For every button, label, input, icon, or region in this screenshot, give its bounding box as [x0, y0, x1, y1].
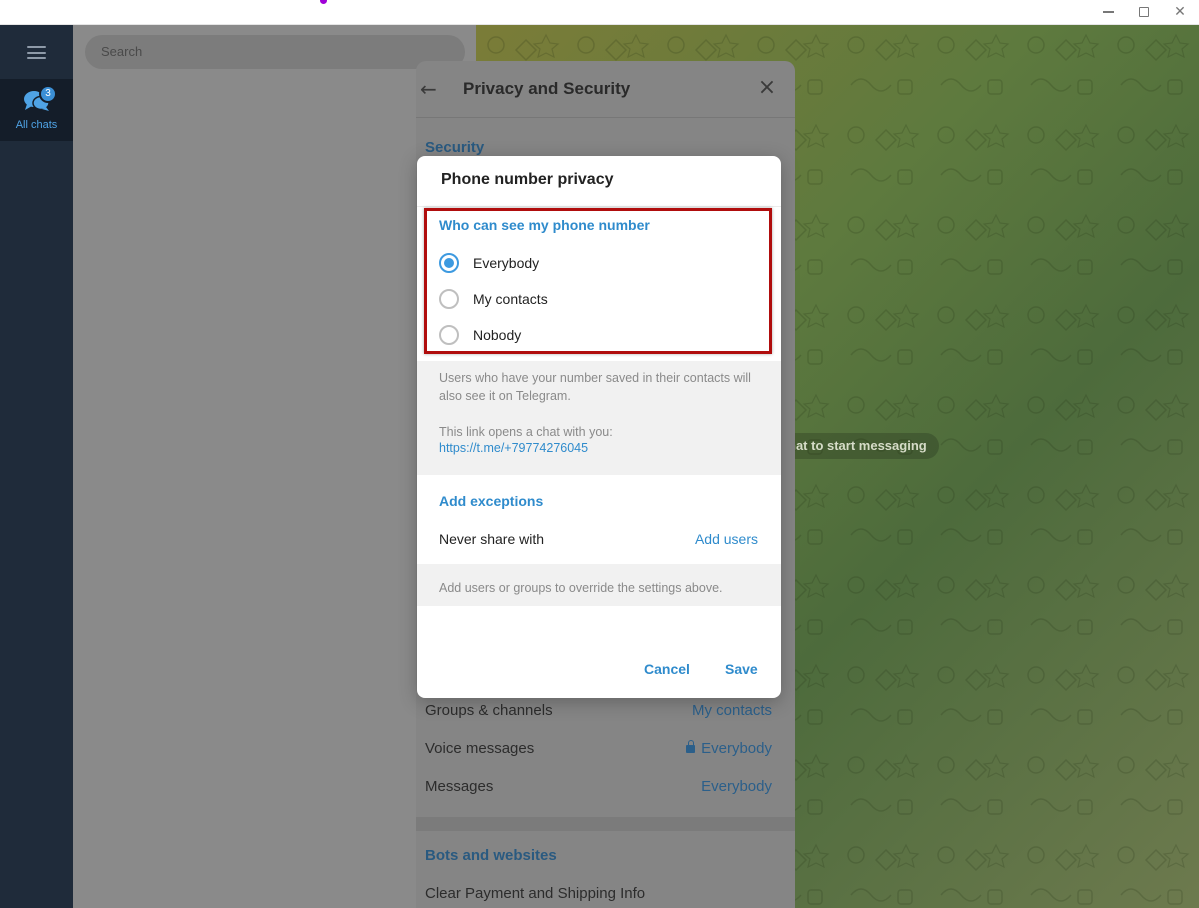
exceptions-note: Add users or groups to override the sett…	[439, 581, 723, 595]
add-users-button[interactable]: Add users	[695, 531, 758, 547]
search-input[interactable]: Search	[85, 35, 465, 69]
lock-icon	[686, 740, 696, 753]
highlight-box	[424, 208, 772, 354]
minimize-icon[interactable]	[1088, 0, 1128, 25]
close-icon[interactable]: ×	[756, 77, 778, 99]
info-band: Users who have your number saved in thei…	[417, 361, 781, 475]
section-divider	[416, 817, 795, 831]
row-messages-value[interactable]: Everybody	[701, 778, 772, 795]
dialog-title: Phone number privacy	[441, 171, 614, 188]
window-titlebar: ✕	[0, 0, 1199, 25]
row-messages-label[interactable]: Messages	[425, 778, 493, 795]
dialog-header-divider	[417, 206, 781, 207]
unread-badge: 3	[39, 85, 57, 103]
panel-title: Privacy and Security	[463, 79, 631, 98]
back-arrow-icon[interactable]: ←	[420, 79, 444, 99]
window-indicator-dot	[320, 0, 327, 4]
menu-icon[interactable]	[27, 46, 46, 59]
row-voice-value[interactable]: Everybody	[686, 740, 772, 757]
section-bots: Bots and websites	[425, 847, 557, 864]
info-text: Users who have your number saved in thei…	[439, 371, 751, 403]
exceptions-heading: Add exceptions	[439, 493, 544, 509]
cancel-button[interactable]: Cancel	[644, 661, 690, 677]
row-groups-value[interactable]: My contacts	[692, 702, 772, 719]
exceptions-note-band: Add users or groups to override the sett…	[417, 564, 781, 606]
header-divider	[416, 117, 795, 118]
never-share-label[interactable]: Never share with	[439, 531, 544, 547]
folders-sidebar: 3 All chats	[0, 25, 73, 908]
section-security: Security	[425, 139, 485, 156]
row-groups-label[interactable]: Groups & channels	[425, 702, 553, 719]
save-button[interactable]: Save	[725, 661, 758, 677]
profile-link[interactable]: https://t.me/+79774276045	[439, 441, 588, 455]
close-icon[interactable]: ✕	[1160, 0, 1199, 25]
folder-all-chats[interactable]: 3 All chats	[0, 79, 73, 141]
folder-label: All chats	[15, 119, 58, 131]
row-voice-label[interactable]: Voice messages	[425, 740, 534, 757]
maximize-icon[interactable]	[1124, 0, 1164, 25]
row-voice-value-text: Everybody	[701, 740, 772, 757]
empty-chat-hint: hat to start messaging	[776, 433, 939, 459]
row-clear-payment[interactable]: Clear Payment and Shipping Info	[425, 885, 645, 902]
phone-privacy-dialog: Phone number privacy Who can see my phon…	[417, 156, 781, 698]
link-caption: This link opens a chat with you:	[439, 425, 613, 439]
search-placeholder: Search	[101, 44, 143, 59]
